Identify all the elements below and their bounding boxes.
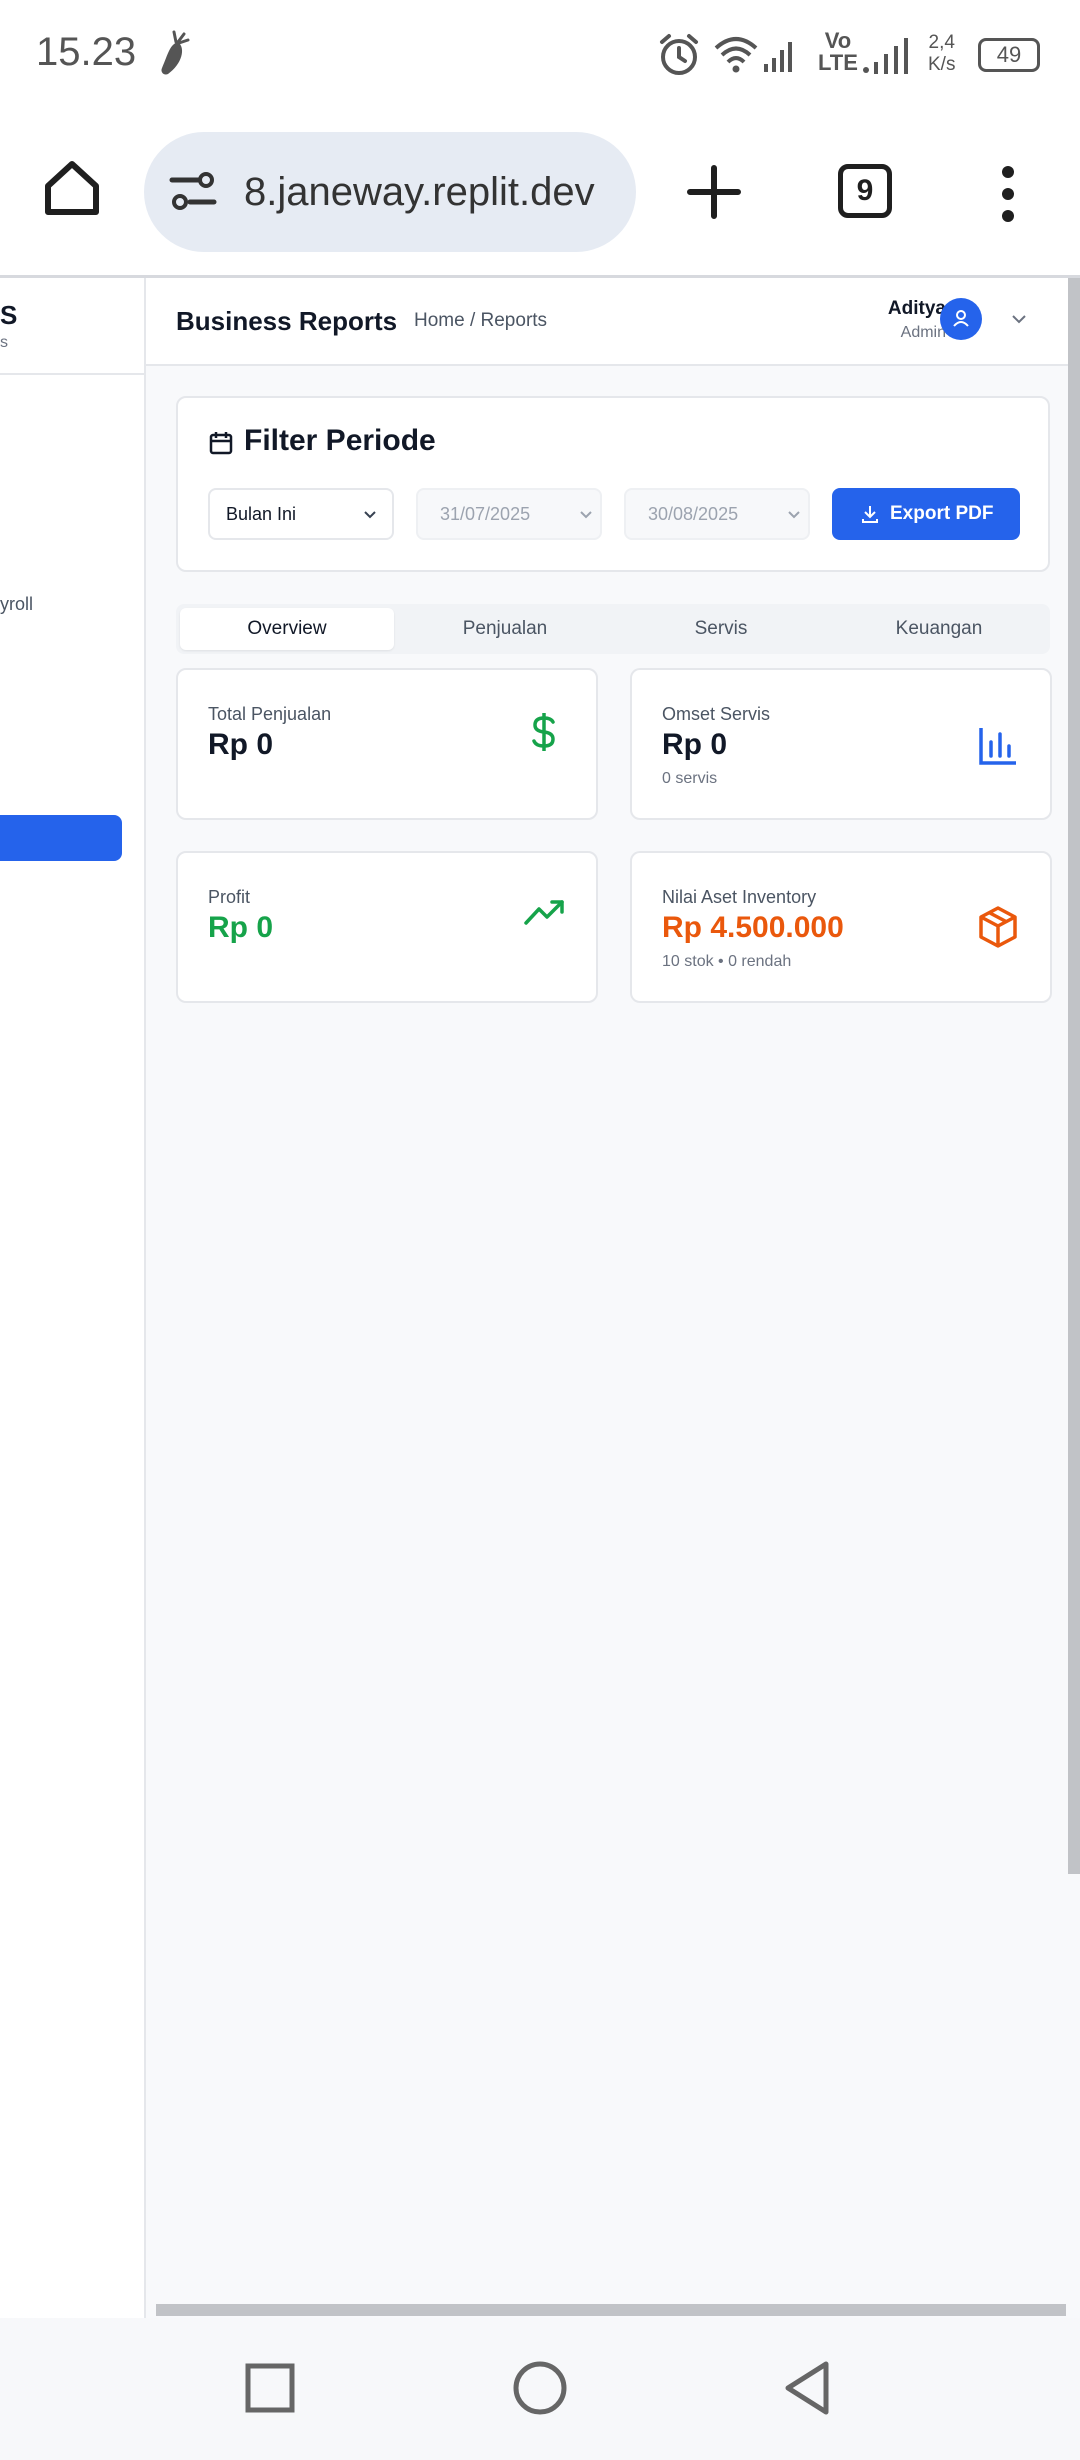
stat-label: Omset Servis bbox=[662, 704, 771, 724]
dollar-icon bbox=[532, 713, 555, 751]
filter-title: Filter Periode bbox=[244, 424, 436, 457]
new-tab-icon[interactable] bbox=[686, 164, 742, 220]
user-icon bbox=[953, 310, 969, 327]
wifi-signal-icon bbox=[714, 37, 792, 73]
stat-label: Nilai Aset Inventory bbox=[662, 887, 817, 907]
volte-top-text: Vo bbox=[824, 28, 852, 53]
more-menu-icon[interactable] bbox=[996, 164, 1020, 224]
status-time: 15.23 bbox=[36, 30, 137, 74]
user-name: Aditya bbox=[887, 298, 946, 319]
stat-label: Profit bbox=[208, 887, 251, 907]
date-to-value: 30/08/2025 bbox=[648, 504, 739, 524]
chevron-down-icon bbox=[788, 511, 800, 519]
export-pdf-label: Export PDF bbox=[890, 503, 994, 524]
url-text[interactable]: 8.janeway.replit.dev bbox=[244, 170, 595, 215]
horizontal-scrollbar[interactable] bbox=[156, 2304, 1066, 2316]
status-bar: 15.23 Vo LTE 2,4 K/s 49 bbox=[0, 0, 1080, 110]
main-content: Business Reports Home / Reports Aditya A… bbox=[146, 278, 1080, 2318]
sidebar-primary-button[interactable] bbox=[0, 815, 122, 861]
home-icon[interactable] bbox=[40, 156, 104, 220]
stat-card-total-penjualan: Total Penjualan Rp 0 bbox=[176, 668, 598, 820]
report-tabs: Overview Penjualan Servis Keuangan bbox=[176, 604, 1050, 654]
vertical-scrollbar[interactable] bbox=[1068, 278, 1080, 1874]
download-icon bbox=[862, 506, 878, 523]
stat-sub: 10 stok • 0 rendah bbox=[662, 953, 792, 970]
battery-icon: 49 bbox=[978, 38, 1040, 72]
address-bar[interactable]: 8.janeway.replit.dev bbox=[144, 132, 636, 252]
tab-penjualan[interactable]: Penjualan bbox=[398, 608, 612, 650]
tab-switcher-button[interactable]: 9 bbox=[838, 164, 892, 218]
back-icon[interactable] bbox=[782, 2360, 834, 2416]
home-circle-icon[interactable] bbox=[512, 2360, 568, 2416]
stat-value: Rp 0 bbox=[208, 728, 274, 761]
filter-card: Filter Periode Bulan Ini 31/07/2025 30/0… bbox=[176, 396, 1050, 572]
cell-signal-icon bbox=[863, 38, 908, 74]
export-pdf-button[interactable]: Export PDF bbox=[832, 488, 1020, 540]
network-speed: 2,4 K/s bbox=[928, 32, 955, 76]
network-speed-value: 2,4 bbox=[928, 32, 955, 53]
user-role: Admin bbox=[900, 324, 946, 341]
sidebar-item-payroll[interactable]: yroll bbox=[0, 594, 33, 615]
date-from-select[interactable]: 31/07/2025 bbox=[416, 488, 602, 540]
sidebar-subtitle: s bbox=[0, 334, 8, 351]
stat-label: Total Penjualan bbox=[208, 704, 332, 724]
carrot-notification-icon bbox=[161, 30, 190, 75]
sidebar: S s yroll bbox=[0, 278, 146, 2318]
date-to-select[interactable]: 30/08/2025 bbox=[624, 488, 810, 540]
chevron-down-icon[interactable] bbox=[1010, 312, 1028, 326]
volte-bottom-text: LTE bbox=[818, 50, 858, 75]
calendar-icon bbox=[209, 432, 233, 455]
avatar[interactable] bbox=[940, 298, 982, 340]
period-select-value: Bulan Ini bbox=[226, 504, 297, 524]
browser-toolbar: 8.janeway.replit.dev 9 bbox=[0, 110, 1080, 278]
recents-icon[interactable] bbox=[244, 2362, 296, 2414]
stat-value: Rp 0 bbox=[208, 911, 274, 944]
stat-card-profit: Profit Rp 0 bbox=[176, 851, 598, 1003]
package-icon bbox=[979, 906, 1017, 948]
system-navigation-bar bbox=[0, 2318, 1080, 2460]
sidebar-title: S bbox=[0, 300, 18, 330]
tab-keuangan[interactable]: Keuangan bbox=[832, 608, 1046, 650]
stat-card-nilai-aset-inventory: Nilai Aset Inventory Rp 4.500.000 10 sto… bbox=[630, 851, 1052, 1003]
sidebar-divider bbox=[0, 373, 144, 375]
period-select[interactable]: Bulan Ini bbox=[208, 488, 394, 540]
tab-overview[interactable]: Overview bbox=[180, 608, 394, 650]
stat-sub: 0 servis bbox=[662, 770, 718, 787]
alarm-icon bbox=[660, 34, 698, 75]
bar-chart-icon bbox=[979, 728, 1016, 765]
tab-servis[interactable]: Servis bbox=[614, 608, 828, 650]
chevron-down-icon bbox=[364, 511, 376, 519]
chevron-down-icon bbox=[580, 511, 592, 519]
date-from-value: 31/07/2025 bbox=[440, 504, 531, 524]
page-header: Business Reports Home / Reports Aditya A… bbox=[146, 278, 1080, 366]
volte-indicator: Vo LTE bbox=[818, 30, 858, 74]
breadcrumb[interactable]: Home / Reports bbox=[414, 310, 547, 332]
stat-card-omset-servis: Omset Servis Rp 0 0 servis bbox=[630, 668, 1052, 820]
stat-value: Rp 4.500.000 bbox=[662, 911, 844, 944]
site-settings-icon[interactable] bbox=[168, 170, 218, 214]
stat-value: Rp 0 bbox=[662, 728, 728, 761]
trending-up-icon bbox=[524, 900, 564, 925]
network-speed-unit: K/s bbox=[928, 54, 956, 75]
page-title: Business Reports bbox=[176, 306, 398, 336]
tab-count: 9 bbox=[856, 174, 874, 207]
battery-level: 49 bbox=[996, 42, 1022, 67]
